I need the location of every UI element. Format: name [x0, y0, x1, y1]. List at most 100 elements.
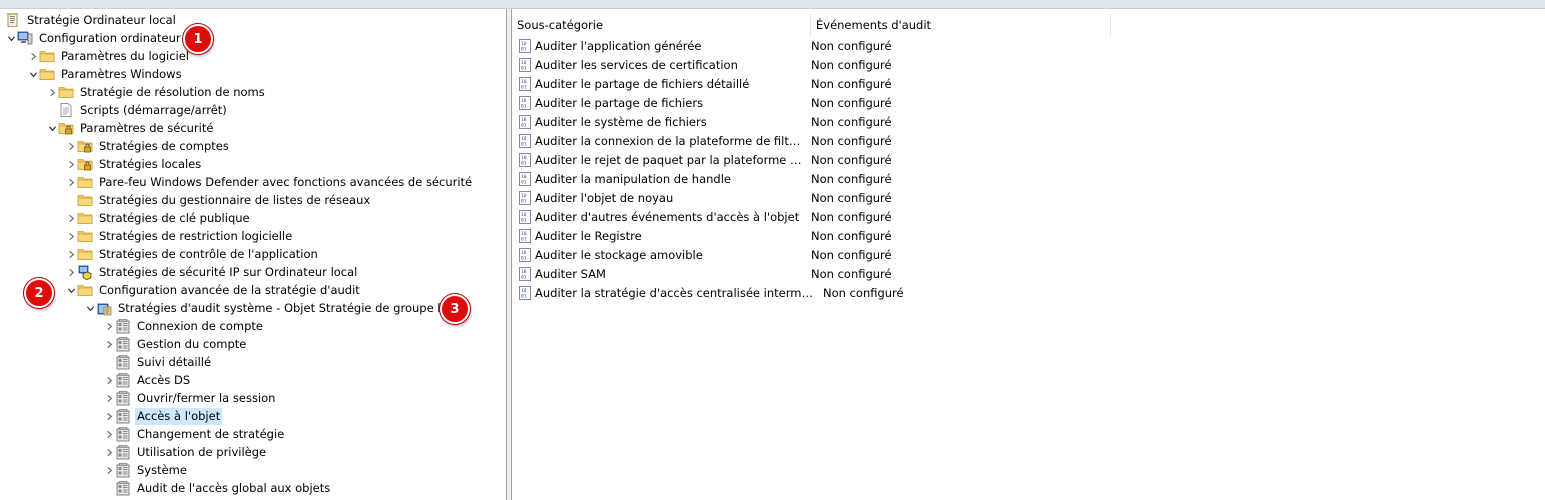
subcategory-name: Auditer le rejet de paquet par la platef… — [535, 152, 805, 167]
audit-setting-icon — [517, 95, 533, 111]
chevron-right-icon[interactable] — [65, 173, 77, 191]
list-item[interactable]: Auditer l'objet de noyau Non configuré — [512, 188, 1312, 207]
tree-item-security-settings[interactable]: Paramètres de sécurité — [46, 119, 215, 137]
subcategory-name: Auditer SAM — [535, 266, 606, 281]
tree-item-policy-change[interactable]: Changement de stratégie — [103, 425, 286, 443]
tree-item-privilege-use[interactable]: Utilisation de privilège — [103, 443, 268, 461]
list-item[interactable]: Auditer le rejet de paquet par la platef… — [512, 150, 1312, 169]
tree-item-label: Accès DS — [137, 372, 191, 387]
tree-item-name-resolution[interactable]: Stratégie de résolution de noms — [46, 83, 267, 101]
subcategory-name: Auditer l'application générée — [535, 38, 702, 53]
list-item[interactable]: Auditer les services de certification No… — [512, 55, 1312, 74]
chevron-down-icon[interactable] — [46, 119, 58, 137]
chevron-right-icon[interactable] — [103, 317, 115, 335]
list-item[interactable]: Auditer d'autres événements d'accès à l'… — [512, 207, 1312, 226]
tree-item-label: Suivi détaillé — [137, 354, 212, 369]
audit-setting-icon — [517, 266, 533, 282]
column-header-subcategory[interactable]: Sous-catégorie — [512, 14, 811, 36]
audit-events-value: Non configuré — [811, 228, 892, 243]
tree-item-account-policies[interactable]: Stratégies de comptes — [65, 137, 231, 155]
chevron-right-icon[interactable] — [103, 407, 115, 425]
chevron-right-icon[interactable] — [27, 47, 39, 65]
tree-item-computer-config[interactable]: Configuration ordinateur — [5, 29, 183, 47]
subcategory-name: Auditer d'autres événements d'accès à l'… — [535, 209, 800, 224]
tree-item-account-logon[interactable]: Connexion de compte — [103, 317, 265, 335]
tree-item-label: Connexion de compte — [137, 318, 263, 333]
list-item[interactable]: Auditer le système de fichiers Non confi… — [512, 112, 1312, 131]
tree-item-root[interactable]: Stratégie Ordinateur local — [5, 11, 178, 29]
list-item[interactable]: Auditer la connexion de la plateforme de… — [512, 131, 1312, 150]
tree-item-windows-settings[interactable]: Paramètres Windows — [27, 65, 184, 83]
audit-events-value: Non configuré — [823, 285, 904, 300]
tree-item-software-settings[interactable]: Paramètres du logiciel — [27, 47, 191, 65]
console-tree[interactable]: Stratégie Ordinateur local Configuration… — [0, 9, 507, 500]
tree-item-system[interactable]: Système — [103, 461, 189, 479]
tree-item-scripts[interactable]: Scripts (démarrage/arrêt) — [58, 101, 229, 119]
tree-item-global-object-access[interactable]: Audit de l'accès global aux objets — [115, 479, 332, 497]
tree-item-advanced-audit[interactable]: Configuration avancée de la stratégie d'… — [65, 281, 362, 299]
chevron-right-icon[interactable] — [103, 389, 115, 407]
list-item[interactable]: Auditer le partage de fichiers détaillé … — [512, 74, 1312, 93]
folder-icon — [58, 84, 74, 100]
annotation-badge-1: 1 — [183, 24, 213, 54]
list-item[interactable]: Auditer l'application générée Non config… — [512, 36, 1312, 55]
audit-category-icon — [115, 390, 131, 406]
chevron-right-icon[interactable] — [103, 461, 115, 479]
tree-item-ds-access[interactable]: Accès DS — [103, 371, 192, 389]
subcategory-name: Auditer le Registre — [535, 228, 642, 243]
tree-item-label: Stratégies de contrôle de l'application — [99, 246, 318, 261]
tree-item-network-list[interactable]: Stratégies du gestionnaire de listes de … — [77, 191, 372, 209]
details-list[interactable]: Sous-catégorie Événements d'audit Audite… — [512, 9, 1545, 500]
audit-events-value: Non configuré — [811, 190, 892, 205]
chevron-right-icon[interactable] — [65, 137, 77, 155]
audit-setting-icon — [517, 190, 533, 206]
audit-setting-icon — [517, 228, 533, 244]
chevron-down-icon[interactable] — [84, 299, 96, 317]
chevron-right-icon[interactable] — [65, 245, 77, 263]
audit-setting-icon — [517, 38, 533, 54]
tree-item-label: Stratégies de clé publique — [99, 210, 250, 225]
chevron-right-icon[interactable] — [65, 155, 77, 173]
chevron-right-icon[interactable] — [65, 263, 77, 281]
list-item[interactable]: Auditer la stratégie d'accès centralisée… — [512, 283, 1312, 302]
tree-item-public-key[interactable]: Stratégies de clé publique — [65, 209, 252, 227]
tree-item-detailed-tracking[interactable]: Suivi détaillé — [115, 353, 213, 371]
tree-item-label: Paramètres Windows — [61, 66, 182, 81]
subcategory-name: Auditer le partage de fichiers — [535, 95, 704, 110]
column-header-audit-events[interactable]: Événements d'audit — [811, 14, 1111, 36]
column-header-label: Sous-catégorie — [517, 18, 604, 32]
tree-item-app-control[interactable]: Stratégies de contrôle de l'application — [65, 245, 320, 263]
tree-item-ip-security[interactable]: Stratégies de sécurité IP sur Ordinateur… — [65, 263, 359, 281]
tree-item-account-management[interactable]: Gestion du compte — [103, 335, 248, 353]
tree-item-object-access[interactable]: Accès à l'objet — [103, 407, 223, 425]
list-item[interactable]: Auditer le Registre Non configuré — [512, 226, 1312, 245]
tree-item-system-audit[interactable]: Stratégies d'audit système - Objet Strat… — [84, 299, 466, 317]
tree-item-software-restriction[interactable]: Stratégies de restriction logicielle — [65, 227, 294, 245]
list-item[interactable]: Auditer SAM Non configuré — [512, 264, 1312, 283]
chevron-right-icon[interactable] — [65, 227, 77, 245]
audit-events-value: Non configuré — [811, 266, 892, 281]
audit-category-icon — [115, 336, 131, 352]
tree-item-label: Scripts (démarrage/arrêt) — [80, 102, 227, 117]
list-item[interactable]: Auditer le partage de fichiers Non confi… — [512, 93, 1312, 112]
chevron-down-icon[interactable] — [65, 281, 77, 299]
chevron-down-icon[interactable] — [5, 29, 17, 47]
tree-item-local-policies[interactable]: Stratégies locales — [65, 155, 203, 173]
chevron-down-icon[interactable] — [27, 65, 39, 83]
tree-item-firewall[interactable]: Pare-feu Windows Defender avec fonctions… — [65, 173, 474, 191]
audit-events-value: Non configuré — [811, 95, 892, 110]
tree-item-label: Gestion du compte — [137, 336, 247, 351]
list-item[interactable]: Auditer la manipulation de handle Non co… — [512, 169, 1312, 188]
tree-item-logon-logoff[interactable]: Ouvrir/fermer la session — [103, 389, 277, 407]
annotation-badge-3: 3 — [440, 294, 470, 324]
chevron-right-icon[interactable] — [103, 371, 115, 389]
tree-item-label: Stratégies du gestionnaire de listes de … — [99, 192, 371, 207]
chevron-right-icon[interactable] — [46, 83, 58, 101]
audit-category-icon — [115, 444, 131, 460]
chevron-right-icon[interactable] — [103, 443, 115, 461]
chevron-right-icon[interactable] — [103, 425, 115, 443]
chevron-right-icon[interactable] — [103, 335, 115, 353]
chevron-right-icon[interactable] — [65, 209, 77, 227]
list-item[interactable]: Auditer le stockage amovible Non configu… — [512, 245, 1312, 264]
tree-item-label: Paramètres du logiciel — [61, 48, 189, 63]
